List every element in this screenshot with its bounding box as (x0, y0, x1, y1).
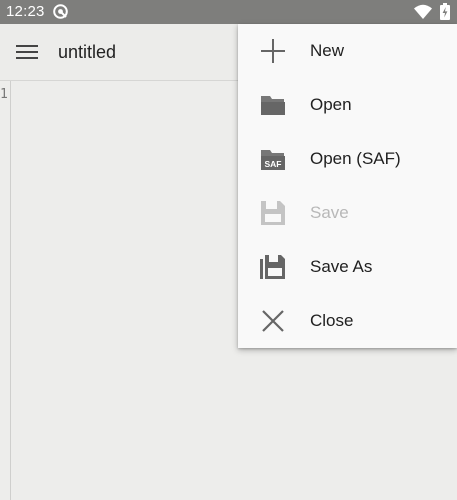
menu-item-label: Save (310, 203, 349, 222)
menu-item-open-saf[interactable]: SAF Open (SAF) (238, 132, 457, 186)
file-menu: New Open SAF Open (SAF) Save Save As Clo… (238, 24, 457, 348)
folder-icon (260, 92, 286, 118)
save-as-icon (260, 254, 286, 280)
line-number-gutter: 1 (0, 81, 11, 500)
folder-saf-icon: SAF (260, 146, 286, 172)
save-icon (260, 200, 286, 226)
menu-item-label: Open (SAF) (310, 149, 401, 168)
menu-item-save: Save (238, 186, 457, 240)
line-number: 1 (0, 87, 8, 102)
sync-icon (52, 3, 69, 25)
menu-item-label: Open (310, 95, 352, 114)
wifi-icon (414, 4, 432, 24)
status-time: 12:23 (6, 3, 45, 20)
menu-item-label: Save As (310, 257, 373, 276)
menu-item-open[interactable]: Open (238, 78, 457, 132)
status-bar: 12:23 (0, 0, 457, 24)
menu-item-label: New (310, 41, 345, 60)
menu-item-new[interactable]: New (238, 24, 457, 78)
battery-charging-icon (440, 3, 450, 25)
menu-item-save-as[interactable]: Save As (238, 240, 457, 294)
saf-badge-text: SAF (265, 159, 282, 169)
hamburger-icon[interactable] (16, 41, 38, 63)
menu-item-label: Close (310, 311, 354, 330)
document-title: untitled (58, 42, 117, 62)
menu-item-close[interactable]: Close (238, 294, 457, 348)
close-icon (260, 308, 286, 334)
plus-icon (260, 38, 286, 64)
